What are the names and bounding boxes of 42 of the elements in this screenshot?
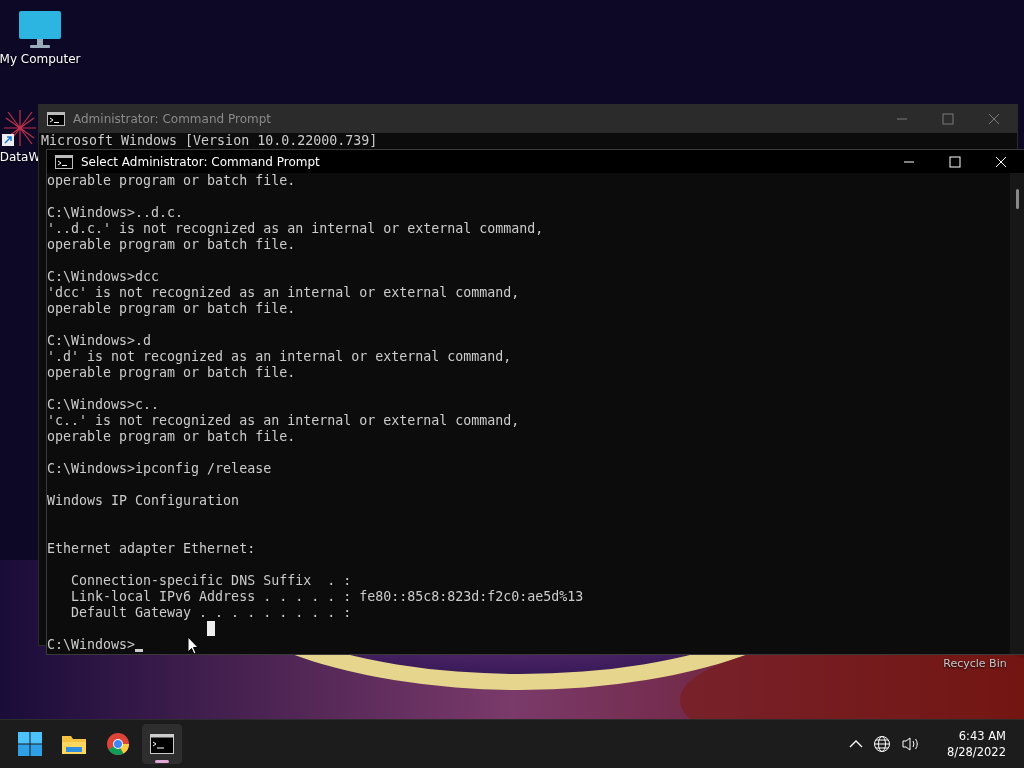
console-line: '.d' is not recognized as an internal or external command,: [47, 349, 512, 365]
console-line: C:\Windows>: [47, 637, 136, 653]
monitor-icon: [18, 10, 62, 50]
terminal-icon: [150, 734, 174, 754]
console-line: Microsoft Windows [Version 10.0.22000.739]: [40, 133, 378, 148]
console-line: operable program or batch file.: [47, 429, 296, 445]
cmd-icon: [47, 112, 65, 126]
text-cursor: [135, 649, 144, 652]
cmd-icon: [55, 154, 73, 169]
folder-icon: [61, 733, 87, 755]
scrollbar[interactable]: [1010, 173, 1024, 654]
clock-time[interactable]: 6:43 AM: [958, 728, 1006, 744]
console-line: Ethernet adapter Ethernet:: [47, 541, 256, 557]
console-line: C:\Windows>..d.c.: [47, 205, 184, 221]
console-line: Default Gateway . . . . . . . . . :: [70, 605, 352, 621]
console-line: '..d.c.' is not recognized as an internal or external command,: [47, 221, 544, 237]
console-line: 'c..' is not recognized as an internal or external command,: [47, 413, 520, 429]
console-line: operable program or batch file.: [47, 173, 296, 189]
desktop-icon-label[interactable]: Recycle Bin: [943, 657, 1007, 670]
close-icon: [995, 155, 1007, 168]
windows-logo-icon: [18, 732, 42, 756]
desktop-icon-label[interactable]: My Computer: [0, 52, 81, 66]
clock-date[interactable]: 8/28/2022: [947, 744, 1006, 760]
console-line: C:\Windows>.d: [47, 333, 152, 349]
console-line: Connection-specific DNS Suffix . :: [70, 573, 352, 589]
window-title: Select Administrator: Command Prompt: [81, 154, 321, 169]
console-line: 'dcc' is not recognized as an internal or external command,: [47, 285, 520, 301]
console-line: C:\Windows>ipconfig /release: [47, 461, 272, 477]
block-cursor: [207, 621, 215, 636]
console-line: operable program or batch file.: [47, 237, 296, 253]
browser-icon: [106, 732, 130, 756]
console-line: C:\Windows>dcc: [47, 269, 160, 285]
taskbar-app-button[interactable]: [142, 724, 182, 764]
maximize-icon: [949, 155, 961, 168]
window-title: Administrator: Command Prompt: [73, 112, 272, 126]
console-line: Link-local IPv6 Address . . . . . : fe80::85c8:823d:f2c0:ae5d%13: [70, 589, 584, 605]
console-line: Windows IP Configuration: [47, 493, 240, 509]
maximize-icon: [942, 113, 954, 125]
console-line: operable program or batch file.: [47, 301, 296, 317]
close-icon: [988, 113, 1000, 125]
console-line: operable program or batch file.: [47, 365, 296, 381]
console-line: C:\Windows>c..: [47, 397, 160, 413]
